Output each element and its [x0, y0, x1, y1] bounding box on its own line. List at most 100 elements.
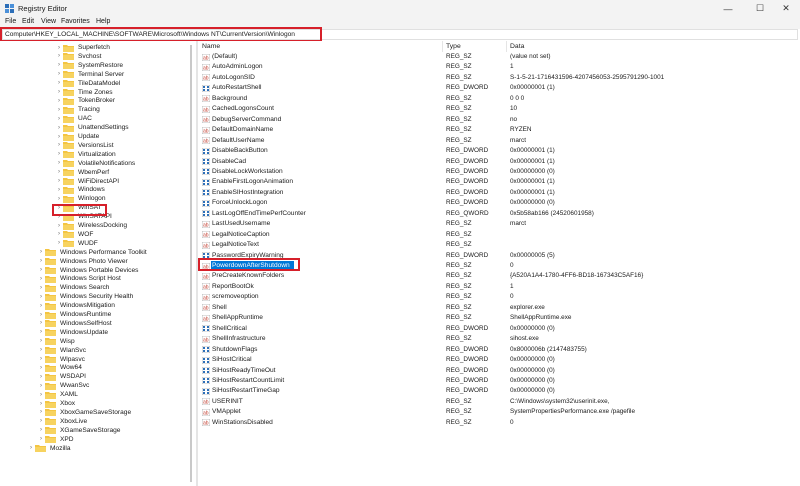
value-row[interactable]: DisableCad REG_DWORD 0x00000001 (1) [198, 157, 800, 168]
tree-item[interactable]: › UnattendSettings [56, 123, 129, 132]
minimize-button[interactable]: — [714, 0, 742, 17]
tree-item[interactable]: › XboxLive [38, 417, 87, 426]
chevron-right-icon[interactable]: › [38, 391, 44, 399]
value-row[interactable]: ab LegalNoticeCaption REG_SZ [198, 230, 800, 241]
chevron-right-icon[interactable]: › [38, 408, 44, 416]
tree-item[interactable]: › Windows Search [38, 283, 109, 292]
chevron-right-icon[interactable]: › [56, 124, 62, 132]
chevron-right-icon[interactable]: › [38, 284, 44, 292]
value-row[interactable]: ab Shell REG_SZ explorer.exe [198, 303, 800, 314]
tree-item[interactable]: › WirelessDocking [56, 221, 127, 230]
chevron-right-icon[interactable]: › [56, 79, 62, 87]
tree-item[interactable]: › Wlpasvc [38, 355, 85, 364]
chevron-right-icon[interactable]: › [56, 141, 62, 149]
tree-item[interactable]: › TileDataModel [56, 79, 120, 88]
chevron-right-icon[interactable]: › [38, 337, 44, 345]
value-row[interactable]: ab USERINIT REG_SZ C:\Windows\system32\user… [198, 397, 800, 408]
chevron-right-icon[interactable]: › [38, 355, 44, 363]
tree-item[interactable]: › WindowsUpdate [38, 328, 108, 337]
tree-item[interactable]: › Update [56, 132, 99, 141]
chevron-right-icon[interactable]: › [38, 275, 44, 283]
tree-item[interactable]: › XboxGameSaveStorage [38, 408, 131, 417]
chevron-right-icon[interactable]: › [56, 150, 62, 158]
value-row[interactable]: SiHostCritical REG_DWORD 0x00000000 (0) [198, 355, 800, 366]
value-row[interactable]: EnableSIHostIntegration REG_DWORD 0x000000… [198, 188, 800, 199]
value-row[interactable]: ab ShellAppRuntime REG_SZ ShellAppRuntime.e… [198, 313, 800, 324]
value-row[interactable]: ab ShellInfrastructure REG_SZ sihost.exe [198, 334, 800, 345]
tree-item[interactable]: › WbemPerf [56, 168, 109, 177]
value-row[interactable]: EnableFirstLogonAnimation REG_DWORD 0x0000… [198, 177, 800, 188]
chevron-right-icon[interactable]: › [56, 177, 62, 185]
chevron-right-icon[interactable]: › [38, 373, 44, 381]
chevron-right-icon[interactable]: › [38, 293, 44, 301]
value-row[interactable]: DisableLockWorkstation REG_DWORD 0x0000000… [198, 167, 800, 178]
chevron-right-icon[interactable]: › [56, 44, 62, 52]
menu-file[interactable]: File [5, 18, 16, 25]
chevron-right-icon[interactable]: › [56, 70, 62, 78]
key-tree-pane[interactable]: › Superfetch › Svchost › SystemRestore › Termin… [0, 41, 196, 486]
tree-item[interactable]: › TokenBroker [56, 96, 115, 105]
tree-item[interactable]: › XGameSaveStorage [38, 426, 120, 435]
tree-item[interactable]: › Xbox [38, 399, 75, 408]
tree-item[interactable]: › Terminal Server [56, 70, 124, 79]
chevron-right-icon[interactable]: › [56, 195, 62, 203]
chevron-right-icon[interactable]: › [56, 97, 62, 105]
tree-item[interactable]: › VersionsList [56, 141, 114, 150]
tree-item[interactable]: › Superfetch [56, 43, 110, 52]
chevron-right-icon[interactable]: › [56, 222, 62, 230]
value-row[interactable]: ShellCritical REG_DWORD 0x00000000 (0) [198, 324, 800, 335]
value-row[interactable]: ab WinStationsDisabled REG_SZ 0 [198, 418, 800, 429]
chevron-right-icon[interactable]: › [38, 417, 44, 425]
chevron-right-icon[interactable]: › [38, 346, 44, 354]
chevron-right-icon[interactable]: › [38, 302, 44, 310]
chevron-right-icon[interactable]: › [38, 382, 44, 390]
tree-scrollbar-track[interactable] [190, 45, 192, 482]
chevron-right-icon[interactable]: › [56, 168, 62, 176]
tree-scrollbar[interactable] [188, 41, 194, 486]
chevron-right-icon[interactable]: › [56, 52, 62, 60]
tree-item[interactable]: › XAML [38, 390, 78, 399]
tree-item[interactable]: › WwanSvc [38, 381, 89, 390]
tree-item[interactable]: › Windows Security Health [38, 292, 133, 301]
value-row[interactable]: ab PreCreateKnownFolders REG_SZ {A520A1A4-1… [198, 271, 800, 282]
tree-item[interactable]: › Wisp [38, 337, 75, 346]
chevron-right-icon[interactable]: › [38, 266, 44, 274]
column-divider[interactable] [442, 41, 443, 52]
menu-edit[interactable]: Edit [22, 18, 34, 25]
tree-item[interactable]: › Winlogon [56, 194, 106, 203]
value-row[interactable]: ab LastUsedUsername REG_SZ marct [198, 219, 800, 230]
chevron-right-icon[interactable]: › [38, 426, 44, 434]
tree-item[interactable]: › WindowsRuntime [38, 310, 111, 319]
tree-item[interactable]: › Windows Script Host [38, 274, 121, 283]
chevron-right-icon[interactable]: › [56, 186, 62, 194]
value-row[interactable]: ab AutoLogonSID REG_SZ S-1-5-21-1716431596-… [198, 73, 800, 84]
chevron-right-icon[interactable]: › [56, 115, 62, 123]
chevron-right-icon[interactable]: › [56, 133, 62, 141]
tree-item[interactable]: › Windows Photo Viewer [38, 257, 128, 266]
tree-item[interactable]: › Virtualization [56, 150, 116, 159]
tree-item[interactable]: › WlanSvc [38, 346, 86, 355]
value-row[interactable]: DisableBackButton REG_DWORD 0x00000001 (1) [198, 146, 800, 157]
chevron-right-icon[interactable]: › [28, 444, 34, 452]
menu-favorites[interactable]: Favorites [61, 18, 90, 25]
tree-item[interactable]: › Mozilla [28, 444, 71, 453]
column-header-name[interactable]: Name [202, 43, 220, 50]
value-row[interactable]: ab LegalNoticeText REG_SZ [198, 240, 800, 251]
tree-item[interactable]: › WindowsSelfHost [38, 319, 112, 328]
close-button[interactable]: ✕ [772, 0, 800, 17]
chevron-right-icon[interactable]: › [38, 319, 44, 327]
tree-item[interactable]: › VolatileNotifications [56, 159, 135, 168]
chevron-right-icon[interactable]: › [56, 106, 62, 114]
tree-item[interactable]: › Svchost [56, 52, 101, 61]
tree-item[interactable]: › UAC [56, 114, 92, 123]
tree-item[interactable]: › WOF [56, 230, 93, 239]
tree-item[interactable]: › WUDF [56, 239, 98, 248]
tree-item[interactable]: › Windows [56, 185, 105, 194]
chevron-right-icon[interactable]: › [38, 364, 44, 372]
tree-item[interactable]: › Time Zones [56, 88, 113, 97]
tree-item[interactable]: › XPD [38, 435, 74, 444]
maximize-button[interactable]: ☐ [746, 0, 774, 17]
chevron-right-icon[interactable]: › [38, 311, 44, 319]
chevron-right-icon[interactable]: › [56, 230, 62, 238]
chevron-right-icon[interactable]: › [38, 435, 44, 443]
